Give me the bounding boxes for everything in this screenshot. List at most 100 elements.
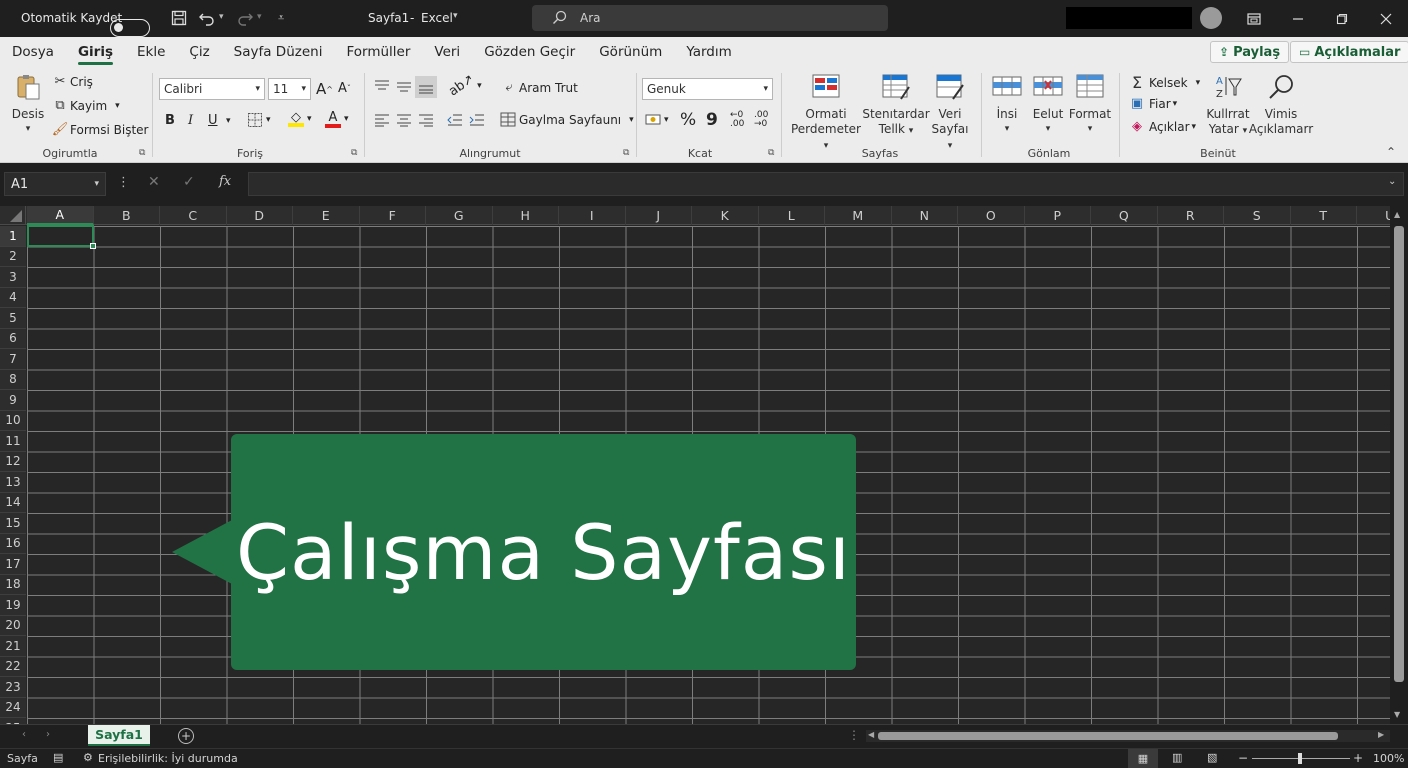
macro-record-icon[interactable]: ▤ (53, 751, 63, 764)
column-header[interactable]: P (1025, 206, 1091, 225)
column-header[interactable]: U (1357, 206, 1390, 225)
customize-toolbar-icon[interactable]: ⩡ (278, 11, 284, 25)
font-dialog-icon[interactable]: ⧉ (351, 148, 357, 158)
tab-ciz[interactable]: Çiz (177, 37, 221, 67)
italic-button[interactable]: I (188, 113, 193, 128)
restore-icon[interactable] (1320, 0, 1364, 37)
row-header[interactable]: 4 (0, 287, 26, 308)
underline-button[interactable]: U (208, 113, 218, 128)
cell-styles-button[interactable]: Veri Sayfaı ▾ (928, 73, 972, 154)
row-header[interactable]: 7 (0, 349, 26, 370)
autosum-button[interactable]: Σ Kelsek ▾ (1129, 73, 1200, 92)
row-header[interactable]: 2 (0, 246, 26, 267)
minimize-icon[interactable] (1276, 0, 1320, 37)
number-format-select[interactable]: Genuk ▾ (642, 78, 773, 100)
column-header[interactable]: A (27, 206, 94, 225)
delete-cells-button[interactable]: Eelut ▾ (1031, 73, 1065, 137)
format-painter-button[interactable]: 🖌 Formsi Bişter (52, 122, 149, 137)
page-break-icon[interactable]: ▧ (1207, 751, 1217, 764)
tab-yardim[interactable]: Yardım (674, 37, 743, 67)
fill-button[interactable]: ▣ Fiar ▾ (1129, 96, 1177, 111)
fill-color-button[interactable]: ◇ ▾ (288, 110, 312, 127)
normal-view-button[interactable]: ▦ (1128, 749, 1158, 768)
row-header[interactable]: 16 (0, 533, 26, 554)
orientation-button[interactable]: ab↗ ▾ (446, 72, 482, 100)
horizontal-scroll-thumb[interactable] (878, 732, 1338, 740)
collapse-ribbon-icon[interactable]: ⌃ (1386, 145, 1396, 159)
align-left-button[interactable] (374, 113, 390, 127)
account-name[interactable] (1066, 7, 1192, 29)
row-header[interactable]: 21 (0, 636, 26, 657)
row-header[interactable]: 14 (0, 492, 26, 513)
bold-button[interactable]: B (165, 113, 175, 128)
borders-button[interactable]: ▾ (247, 112, 271, 128)
percent-button[interactable]: % (680, 110, 696, 130)
column-header[interactable]: J (626, 206, 692, 225)
column-header[interactable]: T (1291, 206, 1357, 225)
wrap-text-button[interactable]: ⤶ Aram Trut (502, 80, 577, 95)
scroll-up-icon[interactable]: ▲ (1394, 210, 1400, 219)
row-header[interactable]: 3 (0, 267, 26, 288)
paste-button[interactable]: Desis ▾ (8, 73, 48, 137)
accessibility-status[interactable]: Erişilebilirlik: İyi durumda (98, 752, 238, 765)
row-header[interactable]: 11 (0, 431, 26, 452)
increase-indent-button[interactable] (469, 113, 485, 127)
tab-sayfa-duzeni[interactable]: Sayfa Düzeni (222, 37, 335, 67)
column-header[interactable]: D (227, 206, 293, 225)
column-header[interactable]: F (360, 206, 426, 225)
row-header[interactable]: 1 (0, 226, 26, 247)
sort-filter-button[interactable]: AZ Kullrrat Yatar ▾ (1204, 73, 1252, 139)
grow-font-button[interactable]: A ^ (316, 80, 333, 98)
insert-cells-button[interactable]: İnsi ▾ (990, 73, 1024, 137)
align-top-button[interactable] (374, 79, 390, 93)
tab-giris[interactable]: Giriş (66, 37, 125, 67)
cut-button[interactable]: ✂ Criş (52, 74, 93, 89)
comma-style-button[interactable]: 9 (706, 110, 718, 130)
autosave-toggle[interactable] (110, 18, 150, 37)
fill-handle[interactable] (90, 243, 96, 249)
scroll-down-icon[interactable]: ▼ (1394, 710, 1400, 719)
accounting-format-button[interactable]: ▾ (645, 113, 669, 127)
clipboard-dialog-icon[interactable]: ⧉ (139, 148, 145, 158)
redo-dropdown-icon[interactable]: ▾ (257, 12, 262, 22)
expand-formula-icon[interactable]: ⌄ (1388, 176, 1396, 187)
row-header[interactable]: 20 (0, 615, 26, 636)
column-header[interactable]: H (493, 206, 559, 225)
merge-center-button[interactable]: Gaylma Sayfaunı ▾ (500, 112, 634, 127)
column-header[interactable]: L (759, 206, 825, 225)
increase-decimal-button[interactable]: ←0.00 (730, 111, 744, 129)
align-bottom-button[interactable] (415, 76, 437, 98)
row-header[interactable]: 12 (0, 451, 26, 472)
column-header[interactable]: B (94, 206, 160, 225)
undo-dropdown-icon[interactable]: ▾ (219, 12, 224, 22)
column-header[interactable]: R (1158, 206, 1224, 225)
shrink-font-button[interactable]: Aˇ (338, 81, 351, 96)
tab-formuller[interactable]: Formüller (334, 37, 422, 67)
enter-icon[interactable]: ✓ (183, 174, 195, 190)
row-header[interactable]: 9 (0, 390, 26, 411)
search-box[interactable]: Ara (532, 5, 888, 31)
row-header[interactable]: 23 (0, 677, 26, 698)
tab-gorunum[interactable]: Görünüm (587, 37, 674, 67)
select-all-corner[interactable] (0, 206, 26, 225)
font-name-select[interactable]: Calibri ▾ (159, 78, 265, 100)
column-header[interactable]: I (559, 206, 626, 225)
save-icon[interactable] (168, 7, 190, 29)
tab-gozden-gecir[interactable]: Gözden Geçir (472, 37, 587, 67)
close-icon[interactable] (1364, 0, 1408, 37)
copy-dropdown-icon[interactable]: ▾ (115, 101, 120, 111)
row-header[interactable]: 6 (0, 328, 26, 349)
clear-button[interactable]: ◈ Açıklar ▾ (1129, 119, 1196, 134)
tab-dosya[interactable]: Dosya (0, 37, 66, 67)
active-cell[interactable] (27, 225, 96, 249)
column-header[interactable]: C (160, 206, 227, 225)
more-options-icon[interactable]: ⋮ (117, 175, 130, 190)
row-header[interactable]: 17 (0, 554, 26, 575)
horizontal-scrollbar[interactable]: ◀ ▶ (866, 730, 1390, 742)
conditional-formatting-button[interactable]: Ormati Perdemeter ▾ (788, 73, 864, 154)
zoom-out-icon[interactable]: − (1238, 751, 1248, 765)
next-sheet-icon[interactable]: › (46, 729, 50, 740)
align-center-button[interactable] (396, 113, 412, 127)
tab-ekle[interactable]: Ekle (125, 37, 177, 67)
column-header[interactable]: M (825, 206, 892, 225)
